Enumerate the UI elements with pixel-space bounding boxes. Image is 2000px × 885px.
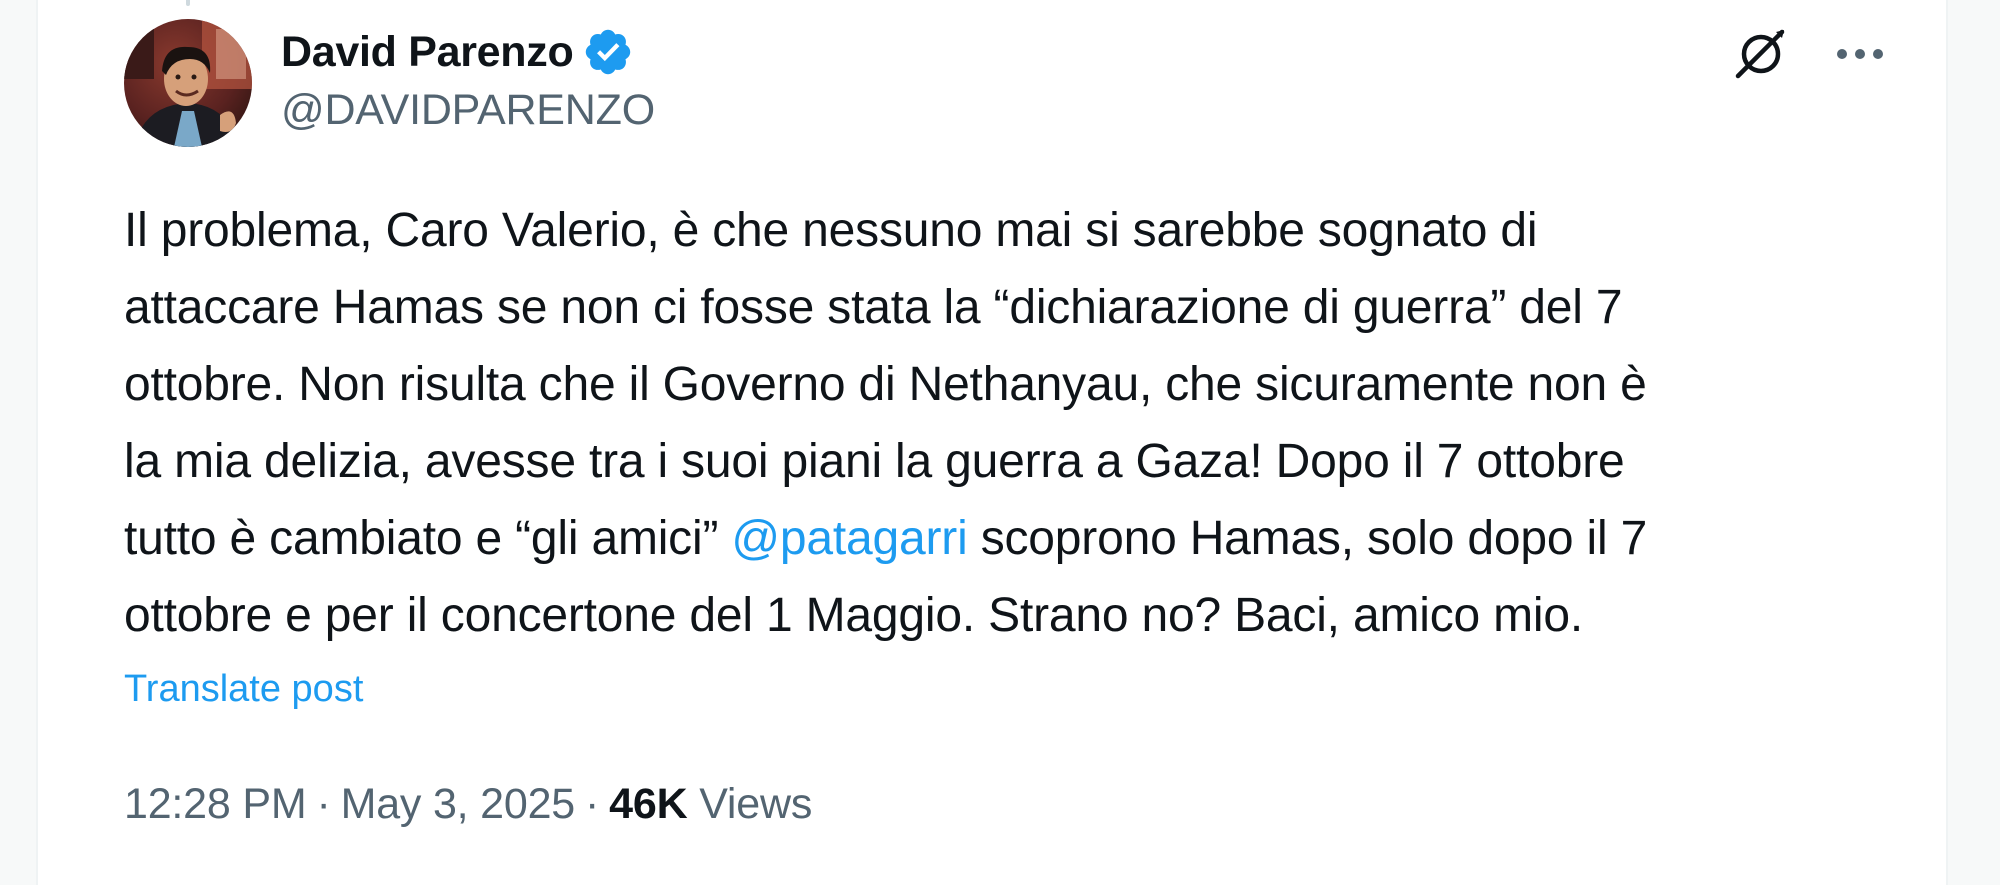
- post-line: ottobre. Non risulta che il Governo di N…: [124, 358, 1647, 411]
- translate-post-link[interactable]: Translate post: [124, 668, 363, 711]
- more-icon: [1835, 47, 1885, 66]
- post-date: May 3, 2025: [340, 780, 576, 828]
- author-name-row: David Parenzo: [281, 24, 634, 80]
- post-line: la mia delizia, avesse tra i suoi piani …: [124, 435, 1625, 488]
- mention-link[interactable]: @patagarri: [731, 512, 967, 565]
- meta-separator: ·: [585, 780, 600, 828]
- author-handle[interactable]: @DAVIDPARENZO: [281, 86, 655, 135]
- author-display-name[interactable]: David Parenzo: [281, 28, 574, 77]
- post-actions-top: [1730, 26, 1890, 86]
- profile-photo-icon: [124, 19, 252, 147]
- post-body: Il problema, Caro Valerio, è che nessuno…: [124, 192, 1954, 654]
- post-line: Il problema, Caro Valerio, è che nessuno…: [124, 204, 1538, 257]
- grok-button[interactable]: [1730, 26, 1790, 86]
- post-line: tutto è cambiato e “gli amici” @patagarr…: [124, 500, 1954, 577]
- post-metadata: 12:28 PM · May 3, 2025 · 46K Views: [124, 780, 812, 829]
- post-text-segment: tutto è cambiato e “gli amici”: [124, 512, 732, 565]
- post-line: attaccare Hamas se non ci fosse stata la…: [124, 281, 1623, 334]
- page: David Parenzo @DAVIDPARENZO Il problema,…: [0, 0, 2000, 885]
- verified-badge-icon[interactable]: [582, 26, 634, 78]
- views-link[interactable]: 46K Views: [609, 780, 812, 828]
- views-count: 46K: [609, 780, 688, 828]
- post-line: ottobre e per il concertone del 1 Maggio…: [124, 589, 1584, 642]
- post-time: 12:28 PM: [124, 780, 307, 828]
- views-label: Views: [699, 780, 813, 828]
- post-card: David Parenzo @DAVIDPARENZO Il problema,…: [36, 0, 1948, 885]
- grok-icon: [1732, 26, 1788, 87]
- thread-connector: [186, 0, 190, 6]
- post-timestamp[interactable]: 12:28 PM · May 3, 2025: [124, 780, 575, 828]
- post-text-segment: scoprono Hamas, solo dopo il 7: [967, 512, 1648, 565]
- more-options-button[interactable]: [1830, 26, 1890, 86]
- meta-separator: ·: [316, 780, 331, 828]
- avatar[interactable]: [124, 19, 252, 147]
